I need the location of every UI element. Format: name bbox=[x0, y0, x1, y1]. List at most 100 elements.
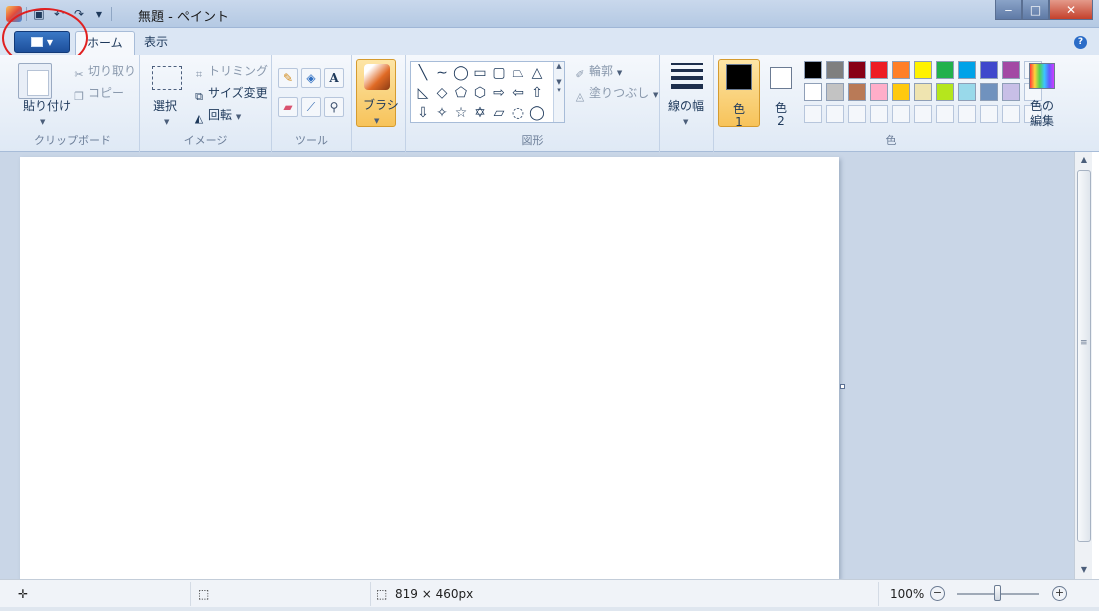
line-width-label[interactable]: 線の幅 bbox=[668, 97, 704, 114]
select-dropdown-icon[interactable]: ▼ bbox=[164, 118, 169, 126]
custom-color-slot[interactable] bbox=[914, 105, 932, 123]
cut-button[interactable]: ✂ 切り取り bbox=[72, 62, 136, 82]
vertical-scrollbar[interactable]: ▲ ≡ ▼ bbox=[1074, 152, 1092, 579]
color1-button[interactable]: 色 1 bbox=[718, 59, 760, 129]
color2-button[interactable]: 色 2 bbox=[764, 59, 806, 128]
minimize-button[interactable]: ‒ bbox=[995, 0, 1022, 20]
resize-button[interactable]: ⧉ サイズ変更 bbox=[192, 84, 268, 104]
brush-button[interactable]: ブラシ ▼ bbox=[356, 59, 399, 127]
close-button[interactable]: ✕ bbox=[1049, 0, 1093, 20]
shapes-gallery-scroll[interactable]: ▲ ▼ ▾ bbox=[553, 62, 564, 122]
select-button-label[interactable]: 選択 bbox=[153, 97, 177, 114]
line-width-dropdown-icon[interactable]: ▼ bbox=[683, 118, 688, 126]
customize-qat-icon[interactable]: ▼ bbox=[91, 6, 107, 22]
custom-color-slot[interactable] bbox=[980, 105, 998, 123]
colors-group-label: 色 bbox=[885, 134, 897, 147]
copy-button[interactable]: ❐ コピー bbox=[72, 84, 124, 104]
scroll-up-arrow[interactable]: ▲ bbox=[1075, 152, 1093, 168]
shape-option[interactable]: ⇧ bbox=[529, 85, 545, 101]
palette-swatch[interactable] bbox=[870, 61, 888, 79]
eraser-icon[interactable]: ▰ bbox=[278, 97, 298, 117]
paint-menu-button[interactable]: ▼ bbox=[14, 31, 70, 53]
custom-color-slot[interactable] bbox=[804, 105, 822, 123]
magnifier-icon[interactable]: ⚲ bbox=[324, 97, 344, 117]
palette-swatch[interactable] bbox=[958, 83, 976, 101]
crop-button[interactable]: ⌗ トリミング bbox=[192, 62, 268, 82]
shape-option[interactable]: ◯ bbox=[453, 65, 469, 81]
shape-option[interactable]: ✡ bbox=[472, 105, 488, 121]
palette-swatch[interactable] bbox=[936, 61, 954, 79]
rotate-button[interactable]: ◭ 回転 ▼ bbox=[192, 106, 241, 126]
redo-icon[interactable]: ↷ bbox=[71, 6, 87, 22]
outline-button[interactable]: ✐ 輪郭 ▼ bbox=[573, 62, 622, 82]
shape-option[interactable]: ⏢ bbox=[510, 65, 526, 81]
shape-option[interactable]: ◇ bbox=[434, 85, 450, 101]
palette-swatch[interactable] bbox=[826, 61, 844, 79]
zoom-slider-thumb[interactable] bbox=[994, 585, 1001, 601]
paste-icon[interactable] bbox=[18, 63, 52, 99]
shape-option[interactable]: ⬠ bbox=[453, 85, 469, 101]
palette-swatch[interactable] bbox=[958, 61, 976, 79]
custom-color-slot[interactable] bbox=[892, 105, 910, 123]
custom-color-slot[interactable] bbox=[1002, 105, 1020, 123]
shape-option[interactable]: ◌ bbox=[510, 105, 526, 121]
palette-swatch[interactable] bbox=[870, 83, 888, 101]
save-icon[interactable]: ▣ bbox=[31, 6, 47, 22]
custom-color-slot[interactable] bbox=[826, 105, 844, 123]
palette-swatch[interactable] bbox=[1002, 61, 1020, 79]
color-picker-icon[interactable]: ⟋ bbox=[301, 97, 321, 117]
shape-option[interactable]: ✧ bbox=[434, 105, 450, 121]
shape-option[interactable]: ☆ bbox=[453, 105, 469, 121]
palette-swatch[interactable] bbox=[914, 61, 932, 79]
shape-option[interactable]: ▱ bbox=[491, 105, 507, 121]
paint-app-icon[interactable] bbox=[6, 6, 22, 22]
fill-bucket-icon[interactable]: ◈ bbox=[301, 68, 321, 88]
palette-swatch[interactable] bbox=[804, 83, 822, 101]
tab-home[interactable]: ホーム bbox=[75, 31, 135, 55]
custom-color-slot[interactable] bbox=[870, 105, 888, 123]
shape-option[interactable]: ▭ bbox=[472, 65, 488, 81]
paste-button-label[interactable]: 貼り付け bbox=[23, 97, 71, 114]
shape-option[interactable]: ⬡ bbox=[472, 85, 488, 101]
canvas-resize-handle[interactable] bbox=[840, 384, 845, 389]
shape-option[interactable]: ╲ bbox=[415, 65, 431, 81]
maximize-button[interactable]: □ bbox=[1022, 0, 1049, 20]
scroll-thumb[interactable] bbox=[1077, 170, 1091, 542]
fill-button[interactable]: ◬ 塗りつぶし ▼ bbox=[573, 84, 659, 104]
shape-option[interactable]: ⇨ bbox=[491, 85, 507, 101]
zoom-in-icon[interactable]: + bbox=[1052, 586, 1067, 601]
help-icon[interactable]: ? bbox=[1074, 36, 1087, 49]
palette-swatch[interactable] bbox=[892, 83, 910, 101]
zoom-out-icon[interactable]: − bbox=[930, 586, 945, 601]
palette-swatch[interactable] bbox=[1002, 83, 1020, 101]
palette-swatch[interactable] bbox=[804, 61, 822, 79]
palette-swatch[interactable] bbox=[980, 83, 998, 101]
drawing-canvas[interactable] bbox=[20, 157, 839, 579]
paste-dropdown-icon[interactable]: ▼ bbox=[40, 118, 45, 126]
undo-icon[interactable]: ↶ bbox=[51, 6, 67, 22]
shape-option[interactable]: ▢ bbox=[491, 65, 507, 81]
custom-color-slot[interactable] bbox=[848, 105, 866, 123]
palette-swatch[interactable] bbox=[892, 61, 910, 79]
line-width-icon[interactable] bbox=[671, 63, 703, 93]
palette-swatch[interactable] bbox=[848, 61, 866, 79]
brush-label: ブラシ bbox=[363, 98, 399, 112]
shape-option[interactable]: ∼ bbox=[434, 65, 450, 81]
text-tool-icon[interactable]: A bbox=[324, 68, 344, 88]
palette-swatch[interactable] bbox=[980, 61, 998, 79]
shape-option[interactable]: ◺ bbox=[415, 85, 431, 101]
custom-color-slot[interactable] bbox=[958, 105, 976, 123]
shape-option[interactable]: △ bbox=[529, 65, 545, 81]
shape-option[interactable]: ⇩ bbox=[415, 105, 431, 121]
scroll-down-arrow[interactable]: ▼ bbox=[1075, 562, 1093, 578]
palette-swatch[interactable] bbox=[936, 83, 954, 101]
shape-option[interactable]: ◯ bbox=[529, 105, 545, 121]
select-icon[interactable] bbox=[152, 66, 182, 90]
palette-swatch[interactable] bbox=[826, 83, 844, 101]
shape-option[interactable]: ⇦ bbox=[510, 85, 526, 101]
pencil-icon[interactable]: ✎ bbox=[278, 68, 298, 88]
palette-swatch[interactable] bbox=[848, 83, 866, 101]
tab-view[interactable]: 表示 bbox=[133, 31, 179, 55]
custom-color-slot[interactable] bbox=[936, 105, 954, 123]
palette-swatch[interactable] bbox=[914, 83, 932, 101]
